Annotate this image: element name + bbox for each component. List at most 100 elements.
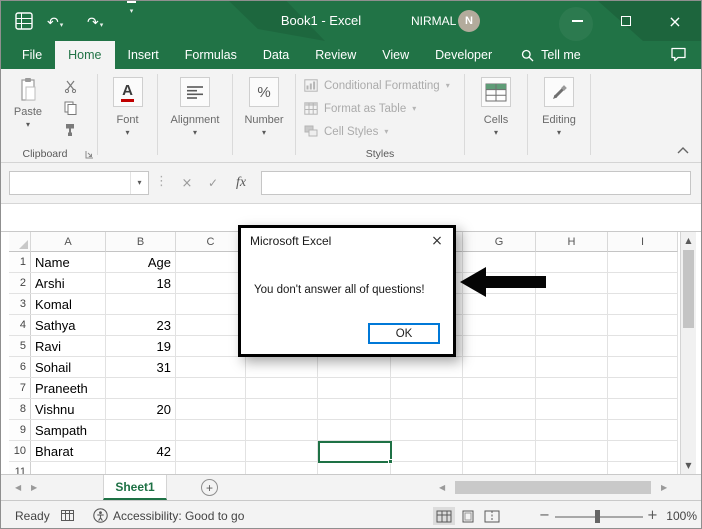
cell[interactable] <box>106 420 176 440</box>
row-header[interactable]: 8 <box>9 399 31 419</box>
cell[interactable]: Sathya <box>31 315 106 335</box>
comments-button[interactable] <box>670 47 687 62</box>
cells-group-button[interactable]: Cells ▾ <box>465 69 527 163</box>
copy-button[interactable] <box>57 99 83 117</box>
selected-cell[interactable] <box>318 441 392 463</box>
cell[interactable]: Ravi <box>31 336 106 356</box>
zoom-slider-thumb[interactable] <box>595 510 600 523</box>
sheet-tab-sheet1[interactable]: Sheet1 <box>103 475 167 500</box>
column-header[interactable]: I <box>608 232 678 252</box>
cell[interactable]: 31 <box>106 357 176 377</box>
fill-handle[interactable] <box>388 459 393 464</box>
row-header[interactable]: 10 <box>9 441 31 461</box>
insert-function-button[interactable]: fx <box>229 171 253 195</box>
formula-bar-grip-icon[interactable]: ⋮ <box>155 174 168 189</box>
vertical-scrollbar[interactable]: ▲ ▼ <box>680 232 696 474</box>
redo-button[interactable]: ↷ ▾ <box>87 1 103 41</box>
cell[interactable]: Sohail <box>31 357 106 377</box>
cut-button[interactable] <box>57 77 83 95</box>
tab-file[interactable]: File <box>9 41 55 69</box>
macro-record-button[interactable] <box>61 510 74 521</box>
cell[interactable]: Arshi <box>31 273 106 293</box>
vertical-scrollbar-thumb[interactable] <box>683 250 694 328</box>
hscroll-left-icon[interactable]: ◀ <box>439 483 445 492</box>
cell-styles-button[interactable]: Cell Styles ▾ <box>304 125 388 138</box>
cell[interactable] <box>106 378 176 398</box>
zoom-in-button[interactable]: + <box>647 508 658 523</box>
font-group-button[interactable]: A Font ▾ <box>98 69 157 163</box>
tab-home[interactable]: Home <box>55 41 114 69</box>
row-header[interactable]: 5 <box>9 336 31 356</box>
accessibility-icon[interactable] <box>93 508 108 523</box>
column-header[interactable]: B <box>106 232 176 252</box>
cell[interactable]: 23 <box>106 315 176 335</box>
maximize-button[interactable] <box>602 1 650 41</box>
undo-button[interactable]: ↶ ▾ <box>47 1 63 41</box>
format-as-table-button[interactable]: Format as Table ▾ <box>304 102 416 115</box>
row-header[interactable]: 2 <box>9 273 31 293</box>
column-header[interactable]: H <box>536 232 608 252</box>
dialog-title-bar[interactable]: Microsoft Excel × <box>241 228 453 254</box>
dialog-ok-button[interactable]: OK <box>368 323 440 344</box>
row-header[interactable]: 4 <box>9 315 31 335</box>
tab-formulas[interactable]: Formulas <box>172 41 250 69</box>
dialog-launcher-icon[interactable] <box>85 150 94 159</box>
normal-view-button[interactable] <box>433 507 455 525</box>
cell[interactable]: Name <box>31 252 106 272</box>
row-header[interactable]: 9 <box>9 420 31 440</box>
cell[interactable]: 18 <box>106 273 176 293</box>
cell[interactable]: Vishnu <box>31 399 106 419</box>
row-header[interactable]: 3 <box>9 294 31 314</box>
cell[interactable]: 20 <box>106 399 176 419</box>
name-box[interactable]: ▾ <box>9 171 149 195</box>
name-box-dropdown-button[interactable]: ▾ <box>130 172 148 194</box>
sheet-nav-right-icon[interactable]: ▶ <box>31 483 37 492</box>
row-header[interactable]: 6 <box>9 357 31 377</box>
formula-input[interactable] <box>261 171 691 195</box>
zoom-level-label[interactable]: 100% <box>659 509 697 523</box>
cell[interactable]: 19 <box>106 336 176 356</box>
column-header[interactable]: A <box>31 232 106 252</box>
accessibility-status-label[interactable]: Accessibility: Good to go <box>113 509 244 523</box>
row-header[interactable]: 7 <box>9 378 31 398</box>
zoom-out-button[interactable]: − <box>539 508 550 523</box>
tab-review[interactable]: Review <box>302 41 369 69</box>
column-header[interactable]: C <box>176 232 246 252</box>
cell[interactable]: Praneeth <box>31 378 106 398</box>
hscroll-right-icon[interactable]: ▶ <box>661 483 667 492</box>
row-header[interactable]: 1 <box>9 252 31 272</box>
minimize-button[interactable] <box>553 1 601 41</box>
page-break-preview-button[interactable] <box>481 507 503 525</box>
tab-developer[interactable]: Developer <box>422 41 505 69</box>
cell[interactable] <box>106 294 176 314</box>
scroll-down-icon[interactable]: ▼ <box>681 461 696 470</box>
collapse-ribbon-button[interactable] <box>677 147 689 154</box>
cell[interactable]: Bharat <box>31 441 106 461</box>
cell[interactable] <box>31 462 106 474</box>
tab-view[interactable]: View <box>369 41 422 69</box>
row-header[interactable]: 11 <box>9 462 31 474</box>
horizontal-scrollbar-thumb[interactable] <box>455 481 651 494</box>
avatar[interactable]: N <box>458 10 480 32</box>
format-painter-button[interactable] <box>57 121 83 139</box>
tab-insert[interactable]: Insert <box>115 41 172 69</box>
column-header[interactable]: G <box>463 232 536 252</box>
account-user-name[interactable]: NIRMAL <box>411 14 456 28</box>
add-sheet-button[interactable]: + <box>201 479 218 496</box>
customize-quick-access-toolbar-button[interactable]: ▾ <box>127 1 136 41</box>
cell[interactable] <box>106 462 176 474</box>
cell[interactable]: Komal <box>31 294 106 314</box>
enter-button[interactable]: ✓ <box>201 171 225 195</box>
dialog-close-button[interactable]: × <box>421 228 453 254</box>
paste-button[interactable]: Paste ▾ <box>5 73 51 145</box>
cell[interactable]: Age <box>106 252 176 272</box>
tell-me-box[interactable]: Tell me <box>521 41 581 69</box>
select-all-button[interactable] <box>9 232 31 252</box>
tab-data[interactable]: Data <box>250 41 302 69</box>
number-group-button[interactable]: % Number ▾ <box>233 69 295 163</box>
close-window-button[interactable]: × <box>651 1 699 41</box>
alignment-group-button[interactable]: Alignment ▾ <box>158 69 232 163</box>
sheet-nav-left-icon[interactable]: ◀ <box>15 483 21 492</box>
editing-group-button[interactable]: Editing ▾ <box>528 69 590 163</box>
cell[interactable]: 42 <box>106 441 176 461</box>
